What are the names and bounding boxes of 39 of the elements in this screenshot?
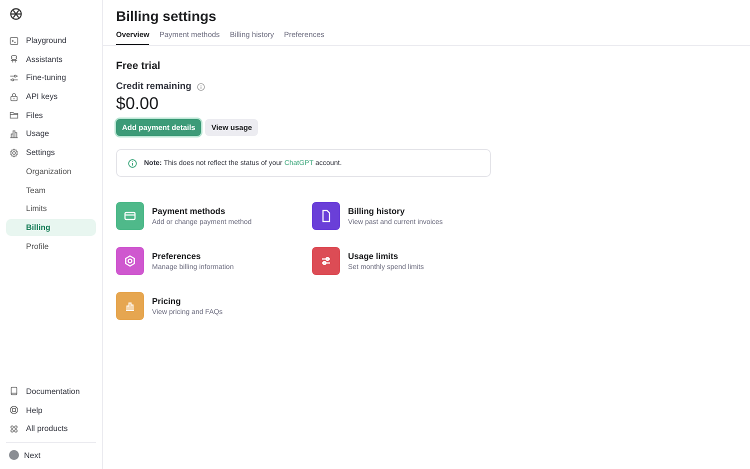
sidebar-item[interactable]: API keys [6,88,96,106]
card-title[interactable]: Pricing [152,296,223,306]
grid-icon [9,424,19,434]
sliders-icon [9,72,19,83]
info-icon [196,82,204,90]
avatar-icon [9,450,19,460]
robot-icon [9,54,19,64]
sidebar-item[interactable]: Fine-tuning [6,69,96,86]
lifebuoy-icon [9,405,19,416]
sidebar-item[interactable]: Organization [6,162,96,180]
sidebar-item[interactable]: Documentation [6,382,96,400]
gear-icon [9,148,19,158]
page-title: Billing settings [116,8,218,24]
sidebar-item[interactable]: Help [6,402,96,419]
card-title[interactable]: Usage limits [348,251,424,261]
sidebar-item[interactable]: Team [6,182,96,198]
plan-heading: Free trial [116,60,162,72]
sidebar-item[interactable]: Files [6,106,96,124]
lock-icon [9,92,19,102]
sidebar-item[interactable]: Usage [6,125,96,142]
user-menu[interactable]: Next [6,447,96,463]
card-title[interactable]: Payment methods [152,206,252,216]
card-title[interactable]: Preferences [152,251,234,261]
sidebar-item[interactable]: Settings [6,144,96,162]
folder-icon [9,110,19,120]
credit-label: Credit remaining [116,81,192,92]
sidebar-item[interactable]: Assistants [6,50,96,68]
credit-amount: $0.00 [116,94,160,114]
info-icon [128,158,137,168]
sidebar-item[interactable]: Billing [6,218,96,236]
book-icon [9,386,19,396]
terminal-icon [9,36,19,46]
sidebar-item[interactable]: Profile [6,238,96,255]
sidebar-item[interactable]: Playground [6,32,96,49]
bar-chart-icon [9,128,19,139]
logo-icon [9,7,23,21]
sidebar-item[interactable]: Limits [6,200,96,218]
sidebar-item[interactable]: All products [6,420,96,438]
card-title[interactable]: Billing history [348,206,443,216]
